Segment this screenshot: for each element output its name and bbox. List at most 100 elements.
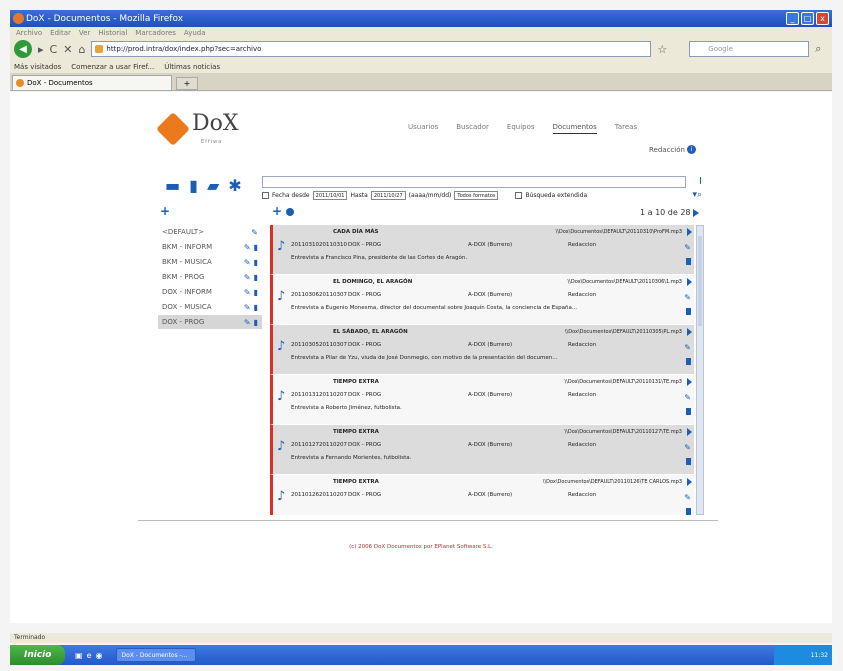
trash-icon[interactable] — [686, 508, 691, 515]
edit-icon[interactable]: ✎ — [251, 228, 258, 237]
new-tab-button[interactable]: + — [176, 77, 198, 90]
document-row[interactable]: ♪ EL SÁBADO, EL ARAGÓN \\Dox\Documentos\DE… — [270, 325, 694, 375]
start-button[interactable]: Inicio — [10, 645, 65, 665]
document-row[interactable]: ♪ EL DOMINGO, EL ARAGÓN \\Dox\Documentos\D… — [270, 275, 694, 325]
trash-icon[interactable]: ▮ — [254, 303, 258, 312]
sidebar-item-dox-inform[interactable]: DOX - INFORM ✎ ▮ — [158, 285, 262, 300]
sidebar-item-bkm-inform[interactable]: BKM - INFORM ✎ ▮ — [158, 240, 262, 255]
forward-icon[interactable]: ▸ — [38, 43, 44, 56]
document-row[interactable]: ♪ TIEMPO EXTRA \\Dox\Documentos\DEFAULT\20… — [270, 425, 694, 475]
music-note-icon: ♪ — [277, 239, 286, 254]
taskbar-item-dox[interactable]: DoX - Documentos -... — [116, 648, 197, 662]
next-page-icon[interactable] — [692, 208, 699, 217]
document-row[interactable]: ♪ TIEMPO EXTRA \\Dox\Documentos\DEFAULT\20… — [270, 475, 694, 515]
nav-tareas[interactable]: Tareas — [615, 123, 637, 134]
edit-icon[interactable]: ✎ — [684, 493, 691, 502]
bookmark-getting-started[interactable]: Comenzar a usar Firef... — [71, 63, 154, 71]
formato-select[interactable]: Todos formatos — [454, 191, 499, 200]
menu-archivo[interactable]: Archivo — [16, 29, 42, 37]
nav-usuarios[interactable]: Usuarios — [408, 123, 438, 134]
trash-icon[interactable]: ▮ — [254, 243, 258, 252]
edit-icon[interactable]: ✎ — [244, 288, 251, 297]
bookmark-most-visited[interactable]: Más visitados — [14, 63, 61, 71]
footer-text[interactable]: (c) 2006 DoX Documentos por EPlanet Soft… — [10, 544, 832, 550]
sidebar-item-bkm-musica[interactable]: BKM - MUSICA ✎ ▮ — [158, 255, 262, 270]
database-icon[interactable]: ▮ — [189, 178, 198, 194]
maximize-button[interactable]: □ — [801, 12, 814, 25]
edit-icon[interactable]: ✎ — [244, 303, 251, 312]
stop-icon[interactable]: ✕ — [63, 43, 72, 56]
sidebar-item-dox-prog[interactable]: DOX - PROG ✎ ▮ — [158, 315, 262, 330]
play-icon[interactable] — [687, 328, 692, 336]
trash-icon[interactable]: ▮ — [254, 318, 258, 327]
edit-icon[interactable]: ✎ — [244, 243, 251, 252]
document-row[interactable]: ♪ TIEMPO EXTRA \\Dox\Documentos\DEFAULT\20… — [270, 375, 694, 425]
menu-editar[interactable]: Editar — [50, 29, 71, 37]
trash-icon[interactable] — [686, 408, 691, 415]
folder-icon[interactable]: ▬ — [165, 178, 180, 194]
menu-ver[interactable]: Ver — [79, 29, 90, 37]
trash-icon[interactable]: ▮ — [254, 288, 258, 297]
document-icon[interactable]: ▰ — [207, 178, 219, 194]
menu-historial[interactable]: Historial — [98, 29, 127, 37]
search-icon[interactable]: ⌕ — [815, 42, 821, 56]
hasta-input[interactable]: 2011/10/27 — [370, 191, 406, 200]
edit-icon[interactable]: ✎ — [684, 393, 691, 402]
back-button[interactable]: ◀ — [14, 40, 32, 58]
document-search-input[interactable] — [262, 176, 686, 188]
show-desktop-icon[interactable]: ▣ — [75, 651, 83, 660]
search-go-icon[interactable]: ▾⌕ — [692, 190, 702, 200]
edit-icon[interactable]: ✎ — [684, 343, 691, 352]
trash-icon[interactable]: ▮ — [254, 273, 258, 282]
user-menu[interactable]: Redacción i — [649, 145, 696, 154]
menu-marcadores[interactable]: Marcadores — [135, 29, 176, 37]
edit-icon[interactable]: ✎ — [684, 293, 691, 302]
document-row[interactable]: ♪ CADA DÍA MÁS \\Dox\Documentos\DEFAULT\20… — [270, 225, 694, 275]
asterisk-icon[interactable]: ✱ — [228, 178, 241, 194]
sidebar-item-bkm-prog[interactable]: BKM - PROG ✎ ▮ — [158, 270, 262, 285]
minimize-button[interactable]: _ — [786, 12, 799, 25]
list-scrollbar[interactable] — [696, 225, 704, 515]
sidebar-item-default[interactable]: <DEFAULT> ✎ — [158, 225, 262, 240]
add-category-icon[interactable]: + — [160, 204, 170, 218]
scrollbar-thumb[interactable] — [698, 236, 702, 326]
url-bar[interactable]: http://prod.intra/dox/index.php?sec=arch… — [91, 41, 652, 57]
home-icon[interactable]: ⌂ — [78, 43, 85, 56]
menu-ayuda[interactable]: Ayuda — [184, 29, 206, 37]
trash-icon[interactable]: ▮ — [254, 258, 258, 267]
play-icon[interactable] — [687, 228, 692, 236]
nav-equipos[interactable]: Equipos — [507, 123, 535, 134]
sidebar-item-dox-musica[interactable]: DOX - MUSICA ✎ ▮ — [158, 300, 262, 315]
record-icon[interactable] — [286, 208, 294, 216]
document-list: ♪ CADA DÍA MÁS \\Dox\Documentos\DEFAULT\20… — [270, 225, 694, 515]
play-icon[interactable] — [687, 478, 692, 486]
extendida-checkbox[interactable] — [515, 192, 523, 199]
bookmark-latest-news[interactable]: Últimas noticias — [164, 63, 220, 71]
trash-icon[interactable] — [686, 458, 691, 465]
edit-icon[interactable]: ✎ — [244, 318, 251, 327]
trash-icon[interactable] — [686, 258, 691, 265]
close-button[interactable]: x — [816, 12, 829, 25]
reload-icon[interactable]: C — [50, 43, 58, 56]
fecha-checkbox[interactable] — [262, 192, 269, 199]
fecha-desde-input[interactable]: 2011/10/01 — [312, 191, 348, 200]
edit-icon[interactable]: ✎ — [684, 243, 691, 252]
play-icon[interactable] — [687, 378, 692, 386]
add-document-icon[interactable]: + — [272, 204, 282, 218]
search-input[interactable]: Google — [689, 41, 810, 57]
tab-dox[interactable]: DoX - Documentos — [12, 75, 172, 90]
ie-icon[interactable]: e — [87, 651, 92, 660]
nav-documentos[interactable]: Documentos — [552, 123, 597, 134]
window-title: DoX - Documentos - Mozilla Firefox — [26, 13, 184, 24]
trash-icon[interactable] — [686, 308, 691, 315]
edit-icon[interactable]: ✎ — [244, 273, 251, 282]
play-icon[interactable] — [687, 278, 692, 286]
play-icon[interactable] — [687, 428, 692, 436]
trash-icon[interactable] — [686, 358, 691, 365]
edit-icon[interactable]: ✎ — [684, 443, 691, 452]
edit-icon[interactable]: ✎ — [244, 258, 251, 267]
dox-logo[interactable]: DoX Effiwa — [156, 112, 239, 146]
nav-buscador[interactable]: Buscador — [456, 123, 489, 134]
bookmark-star-icon[interactable]: ☆ — [657, 43, 667, 56]
firefox-quick-icon[interactable]: ◉ — [95, 651, 102, 660]
